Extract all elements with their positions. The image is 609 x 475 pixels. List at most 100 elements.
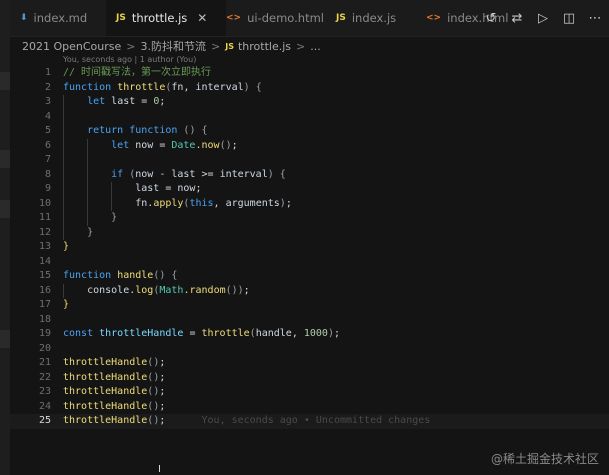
line-number: 3 xyxy=(44,96,51,107)
code-line[interactable]: 22 throttleHandle(); xyxy=(10,371,609,386)
chevron-right-icon: > xyxy=(211,39,221,53)
code-line[interactable]: 11} xyxy=(10,211,609,226)
code-line[interactable]: 25 throttleHandle(); You, seconds ago • U… xyxy=(10,414,609,429)
indent-guide xyxy=(63,167,64,182)
watermark: @稀土掘金技术社区 xyxy=(490,452,599,466)
tab-index-js[interactable]: JS index.js xyxy=(326,0,430,36)
line-number: 2 xyxy=(44,81,51,93)
line-number: 8 xyxy=(44,168,51,180)
tab-throttle-js[interactable]: JS throttle.js ✕ xyxy=(106,0,226,36)
code-line[interactable]: 6 let now = Date.now(); xyxy=(10,138,609,153)
indent-guide xyxy=(63,95,64,110)
code-text: let now = Date.now(); xyxy=(111,139,238,151)
indent-guide xyxy=(63,283,64,298)
code-text: let last = 0; xyxy=(87,96,166,107)
tab-ui-demo-html[interactable]: <> ui-demo.html xyxy=(216,0,336,36)
line-number: 22 xyxy=(38,371,51,383)
breadcrumb-folder[interactable]: 3.防抖和节流 xyxy=(141,38,207,54)
html-file-icon: <> xyxy=(426,13,442,23)
line-number: 9 xyxy=(44,183,51,194)
code-text: const throttleHandle = throttle(handle, … xyxy=(63,328,341,339)
code-text: } xyxy=(87,226,94,238)
breadcrumb-file[interactable]: throttle.js xyxy=(238,40,291,53)
indent-guide xyxy=(87,167,89,182)
code-text: throttleHandle(); xyxy=(63,400,166,412)
indent-guide xyxy=(63,124,64,139)
breadcrumb-symbol[interactable]: ... xyxy=(310,40,321,53)
indent-guide xyxy=(87,182,89,197)
more-icon[interactable]: ⋯ xyxy=(587,11,603,26)
indent-guide xyxy=(63,182,64,197)
code-line[interactable]: 3 let last = 0; xyxy=(10,95,609,110)
code-line[interactable]: 23 throttleHandle(); xyxy=(10,385,609,400)
code-line[interactable]: 24 throttleHandle(); xyxy=(10,400,609,415)
strip-mark xyxy=(0,200,10,218)
indent-guide xyxy=(111,196,113,211)
code-line[interactable]: 7 xyxy=(10,153,609,168)
code-text: last = now; xyxy=(135,183,202,194)
editor-tab-bar: ⬇ index.md JS throttle.js ✕ <> ui-demo.h… xyxy=(10,0,609,37)
code-text: fn.apply(this, arguments); xyxy=(135,197,292,209)
line-number: 21 xyxy=(38,357,51,368)
code-text: return function () { xyxy=(87,125,208,136)
code-line[interactable]: 10 fn.apply(this, arguments); xyxy=(10,196,609,211)
code-line[interactable]: 17} xyxy=(10,298,609,313)
breadcrumb: 2021 OpenCourse > 3.防抖和节流 > JS throttle.… xyxy=(10,36,600,56)
text-cursor-icon: I xyxy=(158,464,161,475)
strip-mark xyxy=(0,150,10,168)
code-line[interactable]: 15 function handle() { xyxy=(10,269,609,284)
editor-actions: ↺ ⇄ ▷ ◫ ⋯ xyxy=(483,0,603,36)
compare-changes-icon[interactable]: ⇄ xyxy=(509,11,525,26)
code-line[interactable]: 13} xyxy=(10,240,609,255)
codelens-author[interactable]: You, seconds ago | 1 author (You) xyxy=(63,55,196,64)
html-file-icon: <> xyxy=(226,13,242,23)
line-number: 12 xyxy=(38,226,51,238)
code-line[interactable]: 16 console.log(Math.random()); xyxy=(10,283,609,298)
code-line[interactable]: 14 xyxy=(10,255,609,270)
strip-mark xyxy=(0,72,10,90)
line-number: 15 xyxy=(38,270,51,281)
code-text: console.log(Math.random()); xyxy=(87,284,250,296)
code-line[interactable]: 4 xyxy=(10,109,609,124)
code-line[interactable]: 18 xyxy=(10,313,609,328)
code-line[interactable]: 12} xyxy=(10,225,609,240)
code-line[interactable]: 8 if (now - last >= interval) { xyxy=(10,167,609,182)
code-line[interactable]: 5 return function () { xyxy=(10,124,609,139)
line-number: 10 xyxy=(38,197,51,209)
history-icon[interactable]: ↺ xyxy=(483,11,499,26)
code-text: if (now - last >= interval) { xyxy=(111,168,286,180)
markdown-icon: ⬇ xyxy=(20,13,28,23)
line-number: 25 xyxy=(38,415,51,426)
tab-index-md[interactable]: ⬇ index.md xyxy=(10,0,116,36)
code-line[interactable]: 1 // 时间戳写法，第一次立即执行 xyxy=(10,66,609,81)
code-line[interactable]: 2 function throttle(fn, interval) { xyxy=(10,81,609,96)
code-line[interactable]: 19 const throttleHandle = throttle(handle… xyxy=(10,327,609,342)
code-text: throttleHandle(); You, seconds ago • Unc… xyxy=(63,415,431,426)
line-number: 6 xyxy=(44,139,51,151)
line-number: 7 xyxy=(44,154,51,165)
line-number: 17 xyxy=(38,299,51,310)
line-number: 18 xyxy=(38,313,51,325)
code-text: throttleHandle(); xyxy=(63,357,166,368)
code-text: throttleHandle(); xyxy=(63,371,166,383)
indent-guide xyxy=(111,182,113,197)
line-number: 19 xyxy=(38,328,51,339)
code-text: } xyxy=(63,299,70,310)
strip-mark xyxy=(0,330,10,348)
split-editor-icon[interactable]: ◫ xyxy=(561,11,577,26)
code-editor[interactable]: 1 // 时间戳写法，第一次立即执行 2 function throttle(fn, … xyxy=(10,66,609,436)
line-number: 24 xyxy=(38,400,51,412)
line-number: 5 xyxy=(44,125,51,136)
indent-guide xyxy=(63,138,64,153)
run-icon[interactable]: ▷ xyxy=(535,11,551,26)
code-line[interactable]: 20 xyxy=(10,342,609,357)
indent-guide xyxy=(87,138,89,153)
code-line[interactable]: 21 throttleHandle(); xyxy=(10,356,609,371)
close-icon[interactable]: ✕ xyxy=(197,11,207,25)
breadcrumb-folder[interactable]: 2021 OpenCourse xyxy=(22,40,121,53)
js-file-icon: JS xyxy=(116,13,126,23)
indent-guide xyxy=(63,109,64,124)
chevron-right-icon: > xyxy=(126,39,136,53)
indent-guide xyxy=(87,196,89,211)
code-line[interactable]: 9 last = now; xyxy=(10,182,609,197)
